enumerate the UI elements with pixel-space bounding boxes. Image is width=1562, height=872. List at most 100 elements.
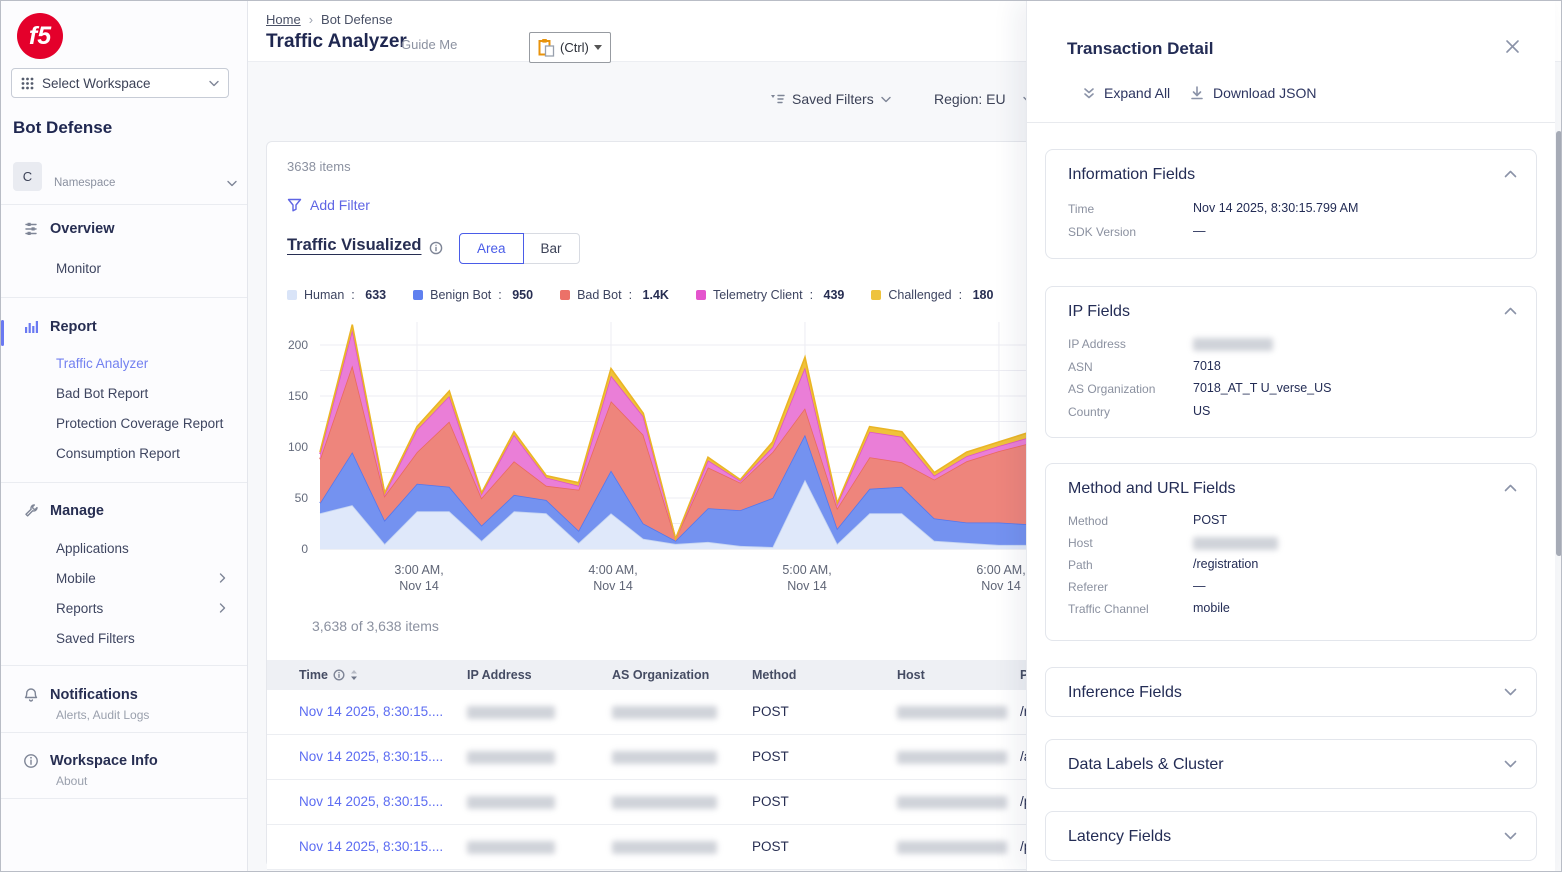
close-icon[interactable]	[1505, 39, 1520, 54]
workspace-selector-label: Select Workspace	[42, 76, 201, 91]
chevron-down-icon	[209, 80, 219, 87]
panel-scrollbar[interactable]	[1556, 131, 1562, 556]
time-link[interactable]: Nov 14 2025, 8:30:15....	[299, 704, 443, 719]
divider	[1027, 122, 1555, 123]
expand-all-button[interactable]: Expand All	[1083, 85, 1170, 101]
info-icon[interactable]	[333, 669, 345, 681]
results-count: 3,638 of 3,638 items	[312, 618, 439, 634]
redacted-host	[1193, 537, 1278, 550]
chevron-down-icon[interactable]	[1504, 688, 1517, 696]
section-title[interactable]: Information Fields	[1068, 166, 1195, 184]
sidebar-item-protection-coverage-report[interactable]: Protection Coverage Report	[56, 416, 223, 431]
redacted-ip-address	[467, 841, 555, 854]
traffic-visualized-title: Traffic Visualized	[287, 236, 422, 255]
section-data-labels-cluster[interactable]: Data Labels & Cluster	[1045, 739, 1537, 789]
legend-value: 439	[824, 288, 845, 302]
section-latency-fields[interactable]: Latency Fields	[1045, 811, 1537, 861]
redacted-host	[897, 841, 1007, 854]
sort-icon[interactable]	[350, 669, 358, 681]
breadcrumb-home[interactable]: Home	[266, 12, 301, 27]
chevron-up-icon[interactable]	[1504, 170, 1517, 178]
redacted-ip-address	[1193, 338, 1273, 351]
field-value: US	[1193, 404, 1210, 418]
legend-item-benign-bot[interactable]: Benign Bot: 950	[413, 288, 533, 302]
sidebar-item-traffic-analyzer[interactable]: Traffic Analyzer	[56, 356, 148, 371]
field-label: AS Organization	[1068, 382, 1155, 396]
legend-value: 1.4K	[643, 288, 669, 302]
section-title[interactable]: Latency Fields	[1068, 828, 1171, 846]
column-header-as-organization: AS Organization	[612, 668, 709, 682]
bar-view-button[interactable]: Bar	[523, 233, 580, 264]
legend-item-bad-bot[interactable]: Bad Bot: 1.4K	[560, 288, 669, 302]
funnel-icon	[287, 198, 302, 212]
traffic-area-chart[interactable]: 050100150200	[282, 318, 1034, 556]
saved-filters-dropdown[interactable]: Saved Filters	[770, 89, 891, 109]
paste-options-popup[interactable]: (Ctrl)	[529, 32, 611, 63]
sidebar-item-bad-bot-report[interactable]: Bad Bot Report	[56, 386, 148, 401]
section-title[interactable]: Inference Fields	[1068, 684, 1182, 702]
legend-label: Telemetry Client	[713, 288, 803, 302]
sidebar-item-monitor[interactable]: Monitor	[56, 261, 101, 276]
page-title: Traffic Analyzer	[266, 31, 407, 53]
legend-item-challenged[interactable]: Challenged: 180	[871, 288, 993, 302]
time-link[interactable]: Nov 14 2025, 8:30:15....	[299, 749, 443, 764]
chevron-down-icon[interactable]	[1504, 832, 1517, 840]
grid-icon	[21, 77, 34, 90]
guide-me-link[interactable]: Guide Me	[401, 37, 457, 52]
chevron-down-icon[interactable]	[1504, 760, 1517, 768]
field-label: Method	[1068, 514, 1108, 528]
chevron-up-icon[interactable]	[1504, 307, 1517, 315]
method-cell: POST	[752, 794, 789, 809]
sidebar-item-applications[interactable]: Applications	[56, 541, 129, 556]
sidebar-item-consumption-report[interactable]: Consumption Report	[56, 446, 180, 461]
legend-item-telemetry-client[interactable]: Telemetry Client: 439	[696, 288, 844, 302]
sidebar-item-manage[interactable]: Manage	[23, 503, 104, 519]
redacted-host	[897, 796, 1007, 809]
time-link[interactable]: Nov 14 2025, 8:30:15....	[299, 839, 443, 854]
legend-item-human[interactable]: Human: 633	[287, 288, 386, 302]
sidebar-item-mobile[interactable]: Mobile	[56, 571, 96, 586]
filter-lines-icon	[770, 93, 785, 105]
field-label: SDK Version	[1068, 225, 1136, 239]
info-icon	[23, 753, 39, 769]
sidebar-item-notifications[interactable]: Notifications	[23, 687, 138, 703]
section-title[interactable]: Method and URL Fields	[1068, 480, 1236, 498]
section-title[interactable]: IP Fields	[1068, 303, 1130, 321]
download-json-button[interactable]: Download JSON	[1190, 85, 1317, 101]
svg-text:200: 200	[288, 338, 308, 352]
time-link[interactable]: Nov 14 2025, 8:30:15....	[299, 794, 443, 809]
chevron-up-icon[interactable]	[1504, 484, 1517, 492]
field-value: —	[1193, 224, 1206, 238]
column-header-host: Host	[897, 668, 925, 682]
legend-value: 950	[512, 288, 533, 302]
info-icon[interactable]	[429, 241, 443, 255]
svg-text:150: 150	[288, 389, 308, 403]
column-header-method: Method	[752, 668, 796, 682]
download-icon	[1190, 86, 1204, 100]
field-label: Traffic Channel	[1068, 602, 1149, 616]
add-filter-button[interactable]: Add Filter	[287, 197, 370, 213]
area-view-button[interactable]: Area	[459, 233, 524, 264]
section-title[interactable]: Data Labels & Cluster	[1068, 756, 1224, 774]
sidebar-item-reports[interactable]: Reports	[56, 601, 103, 616]
region-label: Region: EU	[934, 91, 1006, 107]
column-header-time[interactable]: Time	[299, 668, 358, 682]
namespace-selector[interactable]: C Namespace	[13, 159, 237, 191]
legend-value: 633	[365, 288, 386, 302]
region-dropdown[interactable]: Region: EU	[934, 89, 1033, 109]
expand-all-label: Expand All	[1104, 85, 1170, 101]
legend-swatch	[696, 290, 706, 300]
sidebar-item-workspace-info[interactable]: Workspace Info	[23, 753, 158, 769]
caret-down-icon	[594, 45, 602, 50]
redacted-as-organization	[612, 841, 717, 854]
workspace-selector[interactable]: Select Workspace	[11, 68, 229, 98]
sidebar-item-report[interactable]: Report	[23, 319, 97, 335]
sidebar-item-overview[interactable]: Overview	[23, 221, 115, 237]
chart-view-toggle: Area Bar	[459, 233, 580, 264]
chevron-down-icon	[881, 96, 891, 103]
method-cell: POST	[752, 839, 789, 854]
sidebar-item-label: Workspace Info	[50, 753, 158, 769]
sidebar-item-label: Report	[50, 319, 97, 335]
section-inference-fields[interactable]: Inference Fields	[1045, 667, 1537, 717]
sidebar-item-saved-filters[interactable]: Saved Filters	[56, 631, 135, 646]
